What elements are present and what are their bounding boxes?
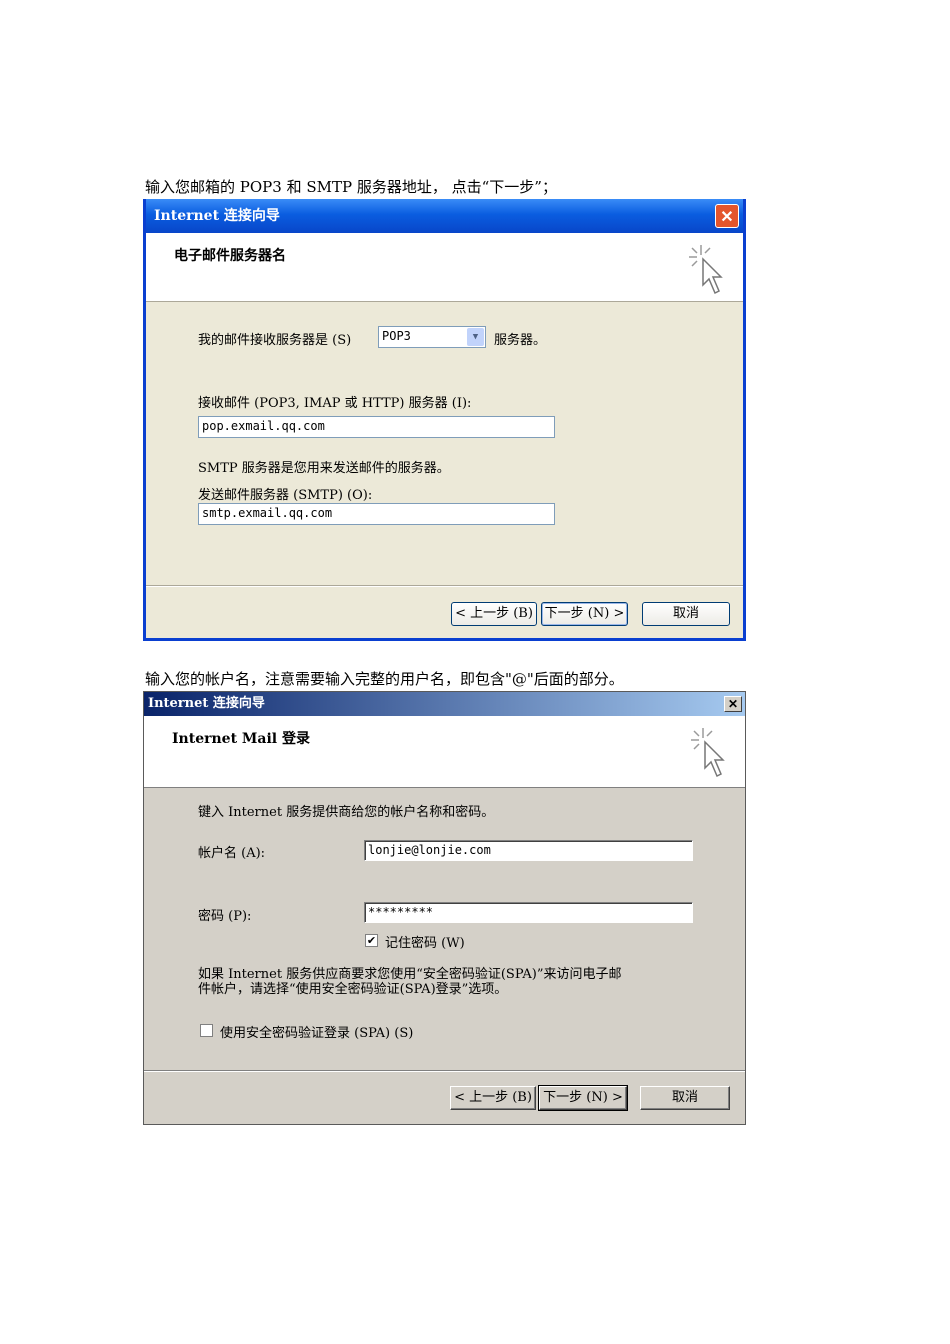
remember-password-label: 记住密码 (W) — [385, 936, 465, 951]
back-button[interactable]: < 上一步 (B) — [450, 1086, 536, 1110]
wizard-dialog-mail-logon: Internet 连接向导 ✕ Internet Mail 登录 键入 Inte… — [143, 691, 746, 1125]
incoming-server-input[interactable]: pop.exmail.qq.com — [198, 416, 555, 438]
title-bar: Internet 连接向导 ✕ — [144, 692, 745, 716]
incoming-server-label: 接收邮件 (POP3, IMAP 或 HTTP) 服务器 (I): — [198, 396, 472, 411]
spa-note-line2: 件帐户，请选择“使用安全密码验证(SPA)登录”选项。 — [198, 982, 508, 997]
wizard-cursor-icon — [689, 245, 723, 295]
password-input[interactable]: ********* — [364, 902, 693, 923]
intro-text: 键入 Internet 服务提供商给您的帐户名称和密码。 — [198, 805, 495, 820]
close-icon[interactable]: ✕ — [724, 696, 742, 712]
incoming-type-suffix: 服务器。 — [494, 333, 547, 348]
incoming-server-type-select[interactable]: POP3 ▼ — [378, 326, 486, 348]
title-bar: Internet 连接向导 ✕ — [146, 199, 743, 233]
wizard-dialog-server-names: Internet 连接向导 ✕ 电子邮件服务器名 我的邮件接收服务器是 (S) … — [143, 199, 746, 641]
incoming-type-label: 我的邮件接收服务器是 (S) — [198, 333, 352, 348]
window-title: Internet 连接向导 — [148, 696, 265, 711]
window-title: Internet 连接向导 — [154, 208, 280, 224]
next-button[interactable]: 下一步 (N) > — [541, 602, 628, 626]
divider — [146, 585, 743, 587]
wizard-header: 电子邮件服务器名 — [146, 233, 743, 302]
account-label: 帐户名 (A): — [198, 846, 266, 861]
caption-first: 输入您邮箱的 POP3 和 SMTP 服务器地址， 点击“下一步”； — [145, 178, 557, 196]
cancel-button[interactable]: 取消 — [640, 1086, 730, 1110]
back-button[interactable]: < 上一步 (B) — [451, 602, 537, 626]
spa-label: 使用安全密码验证登录 (SPA) (S) — [220, 1026, 414, 1041]
outgoing-server-input[interactable]: smtp.exmail.qq.com — [198, 503, 555, 525]
remember-password-checkbox[interactable]: ✔ — [365, 934, 378, 947]
cancel-button[interactable]: 取消 — [642, 602, 730, 626]
page-title: Internet Mail 登录 — [172, 731, 310, 747]
outgoing-server-label: 发送邮件服务器 (SMTP) (O): — [198, 488, 373, 503]
smtp-note: SMTP 服务器是您用来发送邮件的服务器。 — [198, 461, 450, 476]
account-name-input[interactable]: lonjie@lonjie.com — [364, 840, 693, 861]
chevron-down-icon[interactable]: ▼ — [467, 328, 484, 346]
password-label: 密码 (P): — [198, 909, 252, 924]
caption-second: 输入您的帐户名，注意需要输入完整的用户名，即包含"@"后面的部分。 — [145, 670, 624, 688]
wizard-cursor-icon — [691, 728, 725, 778]
next-button[interactable]: 下一步 (N) > — [538, 1085, 628, 1111]
wizard-header: Internet Mail 登录 — [144, 716, 745, 788]
divider — [144, 1070, 745, 1072]
select-value: POP3 — [382, 329, 411, 343]
spa-checkbox[interactable] — [200, 1024, 213, 1037]
page-title: 电子邮件服务器名 — [174, 248, 286, 264]
close-icon[interactable]: ✕ — [715, 204, 739, 228]
